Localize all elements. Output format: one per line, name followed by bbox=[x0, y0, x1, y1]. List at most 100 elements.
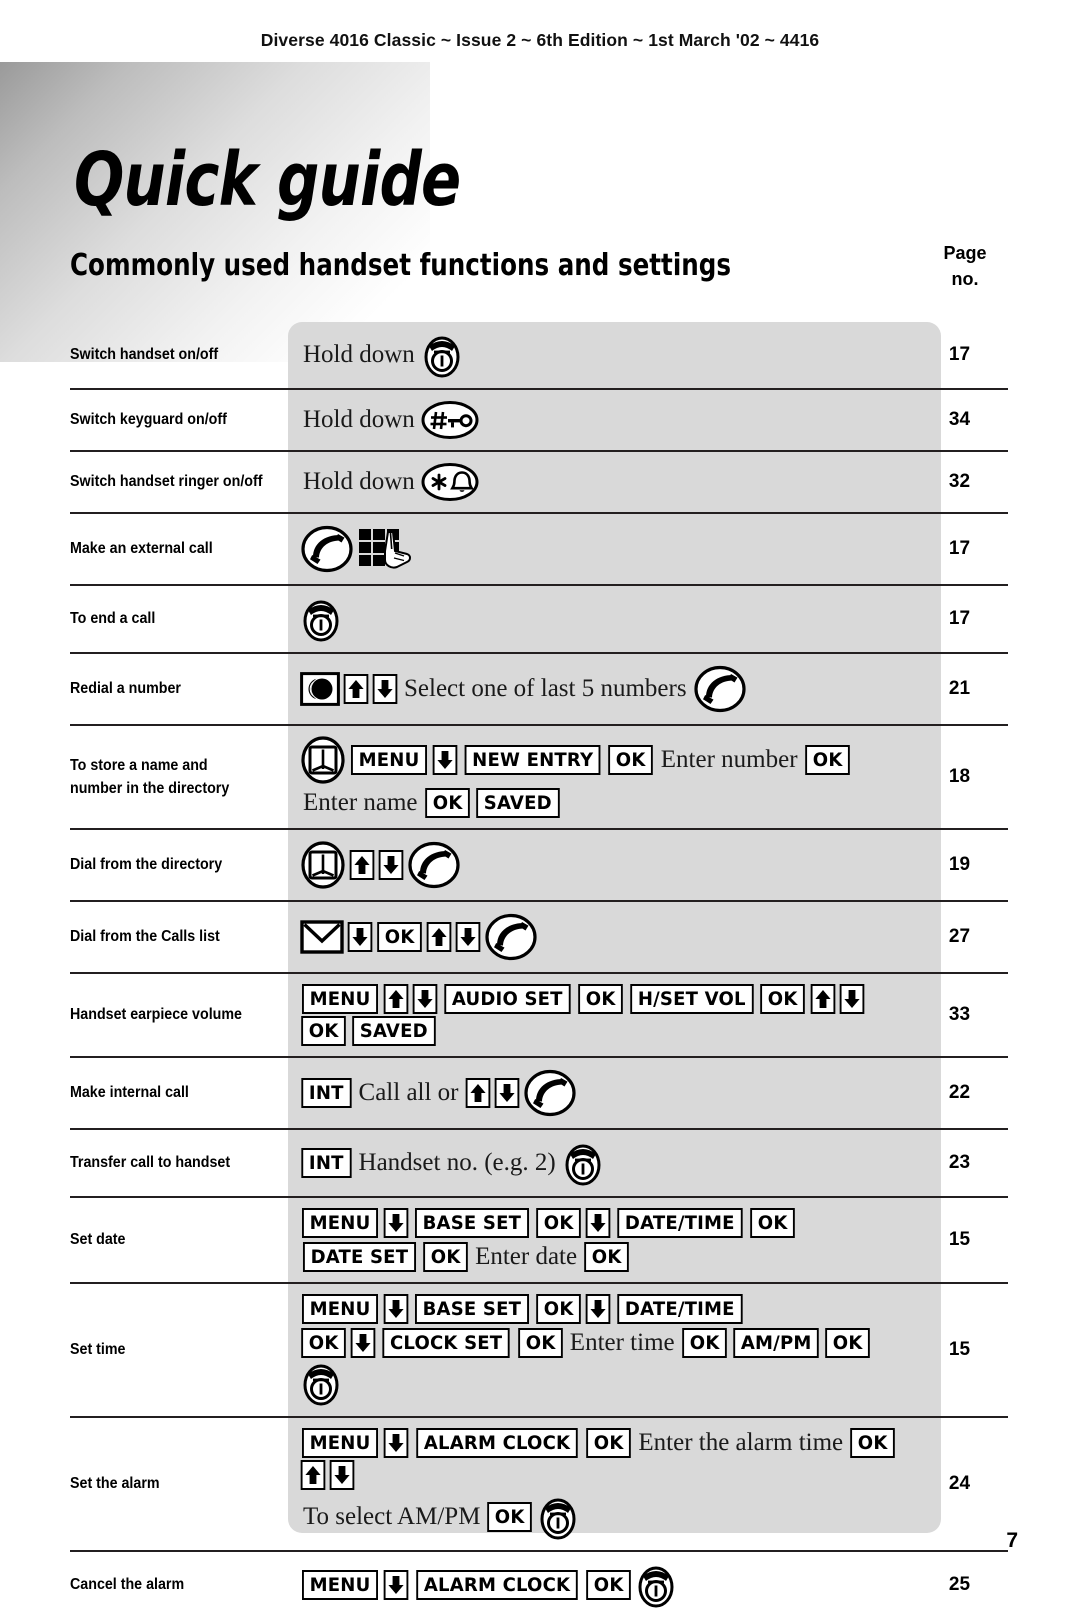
up-arrow-key[interactable] bbox=[426, 922, 452, 952]
talk-icon[interactable] bbox=[300, 524, 354, 574]
key-sequence bbox=[288, 830, 911, 900]
end-call-icon[interactable] bbox=[562, 1140, 604, 1186]
key-sequence: OK bbox=[288, 902, 911, 972]
key-ok[interactable]: OK bbox=[608, 745, 654, 775]
key-ok[interactable]: OK bbox=[586, 1428, 632, 1458]
key-ok[interactable]: OK bbox=[804, 745, 850, 775]
key-am-pm[interactable]: AM/PM bbox=[733, 1328, 820, 1358]
key-int[interactable]: INT bbox=[301, 1078, 352, 1108]
key-ok[interactable]: OK bbox=[535, 1294, 581, 1324]
down-arrow-key[interactable] bbox=[383, 1428, 409, 1458]
down-arrow-key[interactable] bbox=[412, 984, 438, 1014]
key-base-set[interactable]: BASE SET bbox=[415, 1294, 529, 1324]
key-ok[interactable]: OK bbox=[301, 1328, 347, 1358]
down-arrow-key[interactable] bbox=[383, 1294, 409, 1324]
talk-icon[interactable] bbox=[523, 1068, 577, 1118]
down-arrow-key[interactable] bbox=[350, 1328, 376, 1358]
up-arrow-key[interactable] bbox=[383, 984, 409, 1014]
key-ok[interactable]: OK bbox=[577, 984, 623, 1014]
page-reference: 21 bbox=[948, 678, 971, 699]
down-arrow-key[interactable] bbox=[378, 850, 404, 880]
key-ok[interactable]: OK bbox=[749, 1208, 795, 1238]
up-arrow-key[interactable] bbox=[349, 850, 375, 880]
key-ok[interactable]: OK bbox=[681, 1328, 727, 1358]
key-int[interactable]: INT bbox=[301, 1148, 352, 1178]
down-arrow-key[interactable] bbox=[329, 1460, 355, 1490]
key-ok[interactable]: OK bbox=[760, 984, 806, 1014]
function-label: Cancel the alarm bbox=[70, 1552, 288, 1618]
key-ok[interactable]: OK bbox=[586, 1570, 632, 1600]
end-call-icon[interactable] bbox=[635, 1562, 677, 1608]
function-label-text: Dial from the directory bbox=[70, 856, 223, 874]
key-audio-set[interactable]: AUDIO SET bbox=[444, 984, 571, 1014]
key-ok[interactable]: OK bbox=[850, 1428, 896, 1458]
sequence-text: Enter number bbox=[660, 746, 798, 773]
keypad-hand-icon[interactable] bbox=[357, 524, 413, 574]
down-arrow-key[interactable] bbox=[839, 984, 865, 1014]
table-row: Switch handset ringer on/off Hold down 32 bbox=[70, 452, 1008, 514]
key-ok[interactable]: OK bbox=[424, 788, 470, 818]
key-ok[interactable]: OK bbox=[584, 1242, 630, 1272]
key-menu[interactable]: MENU bbox=[302, 984, 379, 1014]
table-row: To store a name and number in the direct… bbox=[70, 726, 1008, 830]
down-arrow-key[interactable] bbox=[585, 1208, 611, 1238]
up-arrow-key[interactable] bbox=[810, 984, 836, 1014]
key-ok[interactable]: OK bbox=[825, 1328, 871, 1358]
key-alarm-clock[interactable]: ALARM CLOCK bbox=[416, 1428, 578, 1458]
calls-list-icon[interactable] bbox=[300, 920, 344, 954]
key-date-time[interactable]: DATE/TIME bbox=[617, 1294, 743, 1324]
down-arrow-key[interactable] bbox=[383, 1570, 409, 1600]
key-menu[interactable]: MENU bbox=[302, 1428, 379, 1458]
key-ok[interactable]: OK bbox=[535, 1208, 581, 1238]
down-arrow-key[interactable] bbox=[372, 674, 398, 704]
table-row: Redial a number Select one of last 5 numb… bbox=[70, 654, 1008, 726]
talk-icon[interactable] bbox=[407, 840, 461, 890]
page-reference: 32 bbox=[948, 471, 971, 492]
key-date-time[interactable]: DATE/TIME bbox=[617, 1208, 743, 1238]
end-call-icon[interactable] bbox=[537, 1494, 579, 1540]
sequence-text: Enter time bbox=[569, 1329, 675, 1356]
function-label: Dial from the directory bbox=[70, 830, 288, 900]
key-menu[interactable]: MENU bbox=[351, 745, 428, 775]
key-ok[interactable]: OK bbox=[517, 1328, 563, 1358]
end-call-icon[interactable] bbox=[300, 1360, 342, 1406]
key-clock-set[interactable]: CLOCK SET bbox=[382, 1328, 511, 1358]
down-arrow-key[interactable] bbox=[347, 922, 373, 952]
keyguard-icon[interactable] bbox=[421, 400, 479, 440]
talk-icon[interactable] bbox=[693, 664, 747, 714]
function-label: Make internal call bbox=[70, 1058, 288, 1128]
function-label: To store a name and number in the direct… bbox=[70, 726, 288, 828]
key-ok[interactable]: OK bbox=[487, 1502, 533, 1532]
down-arrow-key[interactable] bbox=[383, 1208, 409, 1238]
key-date-set[interactable]: DATE SET bbox=[302, 1242, 416, 1272]
key-alarm-clock[interactable]: ALARM CLOCK bbox=[416, 1570, 578, 1600]
page-reference: 33 bbox=[948, 1004, 971, 1025]
end-call-icon[interactable] bbox=[421, 332, 463, 378]
up-arrow-key[interactable] bbox=[300, 1460, 326, 1490]
key-menu[interactable]: MENU bbox=[302, 1570, 379, 1600]
directory-icon[interactable] bbox=[300, 841, 346, 889]
key-menu[interactable]: MENU bbox=[302, 1208, 379, 1238]
down-arrow-key[interactable] bbox=[432, 745, 458, 775]
down-arrow-key[interactable] bbox=[494, 1078, 519, 1108]
page-reference: 24 bbox=[948, 1473, 971, 1494]
talk-icon[interactable] bbox=[484, 912, 538, 962]
directory-icon[interactable] bbox=[300, 736, 346, 784]
key-base-set[interactable]: BASE SET bbox=[415, 1208, 529, 1238]
key-ok[interactable]: OK bbox=[377, 922, 423, 952]
key-h-set-vol[interactable]: H/SET VOL bbox=[630, 984, 754, 1014]
up-arrow-key[interactable] bbox=[343, 674, 369, 704]
key-saved[interactable]: SAVED bbox=[476, 788, 560, 818]
key-saved[interactable]: SAVED bbox=[352, 1016, 436, 1046]
function-label-text: Make internal call bbox=[70, 1084, 189, 1102]
key-new-entry[interactable]: NEW ENTRY bbox=[464, 745, 601, 775]
key-ok[interactable]: OK bbox=[422, 1242, 468, 1272]
up-arrow-key[interactable] bbox=[465, 1078, 490, 1108]
down-arrow-key[interactable] bbox=[585, 1294, 611, 1324]
ringer-icon[interactable] bbox=[421, 462, 479, 502]
end-call-icon[interactable] bbox=[300, 596, 342, 642]
redial-icon[interactable] bbox=[300, 672, 340, 706]
key-ok[interactable]: OK bbox=[301, 1016, 347, 1046]
key-menu[interactable]: MENU bbox=[302, 1294, 379, 1324]
down-arrow-key[interactable] bbox=[455, 922, 481, 952]
